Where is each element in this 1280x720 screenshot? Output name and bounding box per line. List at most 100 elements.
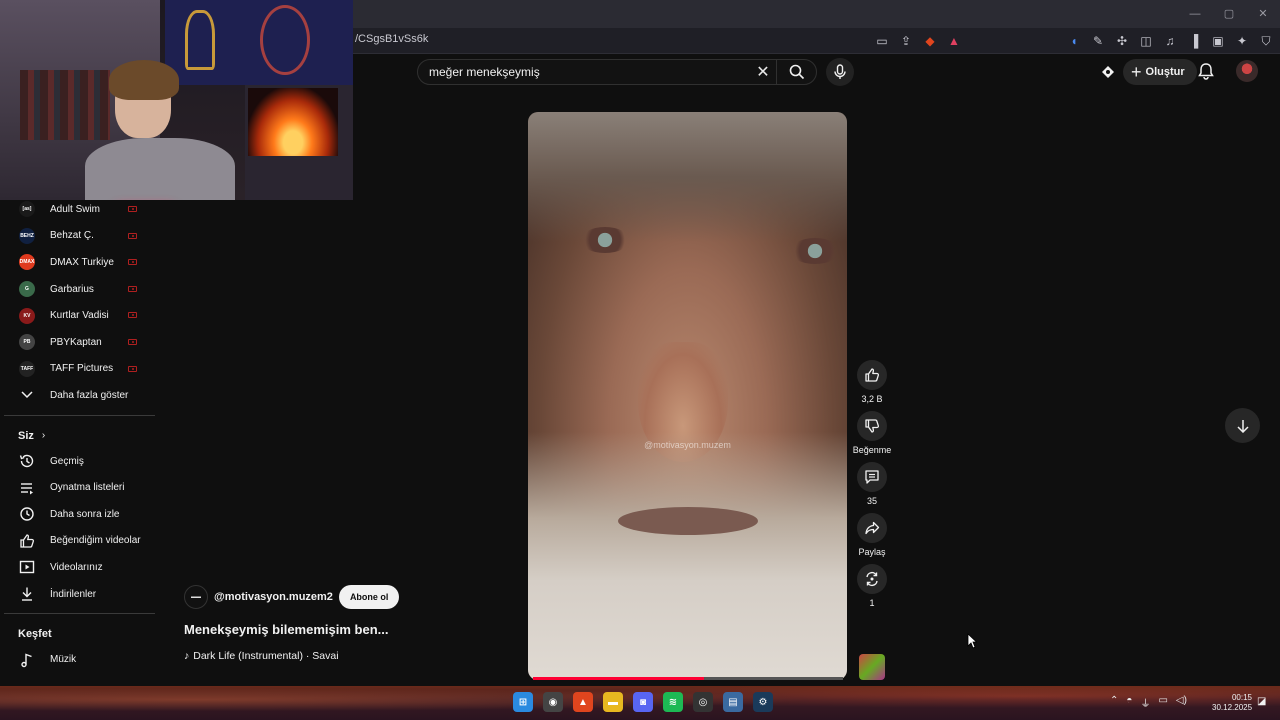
media-icon[interactable]: ♫ bbox=[1160, 31, 1180, 51]
show-more-button[interactable]: Daha fazla göster bbox=[0, 382, 160, 409]
steam-tray-icon[interactable]: ◓ bbox=[1126, 695, 1132, 710]
sidebar-subscription[interactable]: KV Kurtlar Vadisi bbox=[0, 302, 160, 329]
you-items-list: Geçmiş Oynatma listeleri Daha sonra izle Be… bbox=[0, 448, 160, 608]
notifications-bell-icon[interactable] bbox=[1198, 62, 1214, 80]
channel-name[interactable]: @motivasyon.muzem2 bbox=[214, 591, 333, 603]
steam-icon[interactable]: ⚙ bbox=[753, 692, 773, 712]
search-input[interactable] bbox=[418, 60, 750, 84]
notification-center-icon[interactable]: ◪ bbox=[1257, 696, 1266, 707]
you-section-header[interactable]: Siz › bbox=[0, 424, 160, 448]
mic-tray-icon[interactable]: ⏚ bbox=[1140, 695, 1150, 710]
url-field[interactable]: /CSgsB1vSs6k bbox=[355, 33, 428, 45]
share-action[interactable]: Paylaş bbox=[850, 513, 894, 557]
vpn-icon[interactable]: ⛉ bbox=[1256, 31, 1276, 51]
extension-icon[interactable]: ✎ bbox=[1088, 31, 1108, 51]
screenshot-icon[interactable]: ◫ bbox=[1136, 31, 1156, 51]
voice-search-button[interactable] bbox=[826, 58, 854, 86]
live-indicator-icon bbox=[128, 285, 137, 292]
sidebar-subscription[interactable]: BEHZ Behzat Ç. bbox=[0, 223, 160, 250]
discord-icon[interactable]: ◙ bbox=[633, 692, 653, 712]
wallet-icon[interactable]: ▣ bbox=[1208, 31, 1228, 51]
sidebar-item-liked[interactable]: Beğendiğim videolar bbox=[0, 528, 160, 555]
sidebar-subscription[interactable]: PB PBYKaptan bbox=[0, 329, 160, 356]
minimize-button[interactable]: — bbox=[1178, 0, 1212, 28]
remix-count: 1 bbox=[869, 598, 875, 608]
file-explorer-icon[interactable]: ▬ bbox=[603, 692, 623, 712]
sidebar-item-playlists[interactable]: Oynatma listeleri bbox=[0, 474, 160, 501]
sidebar-subscription[interactable]: TAFF TAFF Pictures bbox=[0, 356, 160, 383]
volume-icon[interactable]: ◁) bbox=[1176, 695, 1187, 710]
window-app-icon[interactable]: ▤ bbox=[723, 692, 743, 712]
webcam-streamer bbox=[85, 58, 235, 200]
subscribe-button[interactable]: Abone ol bbox=[338, 585, 400, 609]
explore-section-header: Keşfet bbox=[0, 622, 160, 646]
share-arrow-icon bbox=[865, 521, 880, 535]
channel-avatar-icon: BEHZ bbox=[18, 227, 36, 245]
create-wand-icon[interactable] bbox=[1099, 63, 1117, 81]
video-title[interactable]: Menekşeymiş bilememişim ben... bbox=[184, 622, 388, 637]
subscription-label: Garbarius bbox=[50, 283, 94, 295]
sidebar-subscription[interactable]: DMAX DMAX Turkiye bbox=[0, 249, 160, 276]
sidebar-item-downloads[interactable]: İndirilenler bbox=[0, 581, 160, 608]
cast-icon[interactable]: ▭ bbox=[872, 31, 892, 51]
your-videos-icon bbox=[18, 558, 36, 576]
sidebar-item-history[interactable]: Geçmiş bbox=[0, 448, 160, 475]
audio-source-thumbnail[interactable] bbox=[859, 654, 885, 680]
sidebar-item-music[interactable]: Müzik bbox=[0, 646, 160, 673]
liked-icon bbox=[18, 532, 36, 550]
leo-ai-icon[interactable]: ✦ bbox=[1232, 31, 1252, 51]
account-avatar[interactable] bbox=[1236, 60, 1258, 82]
brave-icon[interactable]: ▲ bbox=[573, 692, 593, 712]
like-button[interactable] bbox=[857, 360, 887, 390]
mouse-cursor-icon bbox=[967, 633, 977, 649]
music-link[interactable]: ♪ Dark Life (Instrumental) · Savai bbox=[184, 650, 339, 662]
search-button[interactable] bbox=[776, 60, 816, 84]
dislike-action[interactable]: Beğenme bbox=[850, 411, 894, 455]
sidebar-item-label: Müzik bbox=[50, 654, 77, 666]
brave-shield-icon[interactable]: ◆ bbox=[920, 31, 940, 51]
channel-avatar-icon: [as] bbox=[18, 200, 36, 218]
tray-overflow-icon[interactable]: ⌃ bbox=[1110, 695, 1118, 710]
windows-start-icon[interactable]: ⊞ bbox=[513, 692, 533, 712]
maximize-button[interactable]: ▢ bbox=[1212, 0, 1246, 28]
next-video-button[interactable] bbox=[1225, 408, 1260, 443]
clear-search-icon[interactable]: ✕ bbox=[750, 62, 776, 82]
brave-rewards-icon[interactable]: ▲ bbox=[944, 31, 964, 51]
extension-icons: ◖ ✎ ✣ ◫ ♫ ▐ ▣ ✦ ⛉ ☰ bbox=[1064, 31, 1280, 51]
like-action[interactable]: 3,2 B bbox=[850, 360, 894, 404]
audio-icon[interactable]: ◖ bbox=[1064, 31, 1084, 51]
obs-icon[interactable]: ◎ bbox=[693, 692, 713, 712]
share-button[interactable] bbox=[857, 513, 887, 543]
spotify-icon[interactable]: ≋ bbox=[663, 692, 683, 712]
close-window-button[interactable]: ✕ bbox=[1246, 0, 1280, 28]
sidebar-subscription[interactable]: G Garbarius bbox=[0, 276, 160, 303]
sidebar-toggle-icon[interactable]: ▐ bbox=[1184, 31, 1204, 51]
plus-icon: + bbox=[1131, 62, 1142, 82]
comment-count: 35 bbox=[866, 496, 877, 506]
share-page-icon[interactable]: ⇪ bbox=[896, 31, 916, 51]
channel-avatar[interactable]: ▬▬ bbox=[184, 585, 208, 609]
taskbar-clock[interactable]: 00:15 30.12.2025 bbox=[1212, 693, 1252, 713]
sidebar-item-watch-later[interactable]: Daha sonra izle bbox=[0, 501, 160, 528]
sidebar-item-your-videos[interactable]: Videolarınız bbox=[0, 554, 160, 581]
arrow-down-icon bbox=[1236, 419, 1249, 433]
create-button[interactable]: + Oluştur bbox=[1123, 59, 1197, 85]
channel-logo: PB bbox=[19, 334, 35, 351]
dislike-label: Beğenme bbox=[852, 445, 892, 455]
comments-button[interactable] bbox=[857, 462, 887, 492]
comments-action[interactable]: 35 bbox=[850, 462, 894, 506]
network-icon[interactable]: ▭ bbox=[1158, 695, 1167, 710]
search-box: ✕ bbox=[417, 59, 817, 85]
show-more-label: Daha fazla göster bbox=[50, 389, 129, 401]
sidebar-divider bbox=[4, 613, 155, 615]
puzzle-icon[interactable]: ✣ bbox=[1112, 31, 1132, 51]
remix-action[interactable]: 1 bbox=[850, 564, 894, 608]
channel-logo: [as] bbox=[19, 201, 35, 218]
thumbs-up-icon bbox=[865, 368, 880, 382]
remix-button[interactable] bbox=[857, 564, 887, 594]
comment-icon bbox=[865, 470, 879, 484]
dislike-button[interactable] bbox=[857, 411, 887, 441]
chrome-icon[interactable]: ◉ bbox=[543, 692, 563, 712]
shorts-video-player[interactable]: @motivasyon.muzem bbox=[528, 112, 847, 680]
video-progress-bar[interactable] bbox=[533, 677, 843, 680]
